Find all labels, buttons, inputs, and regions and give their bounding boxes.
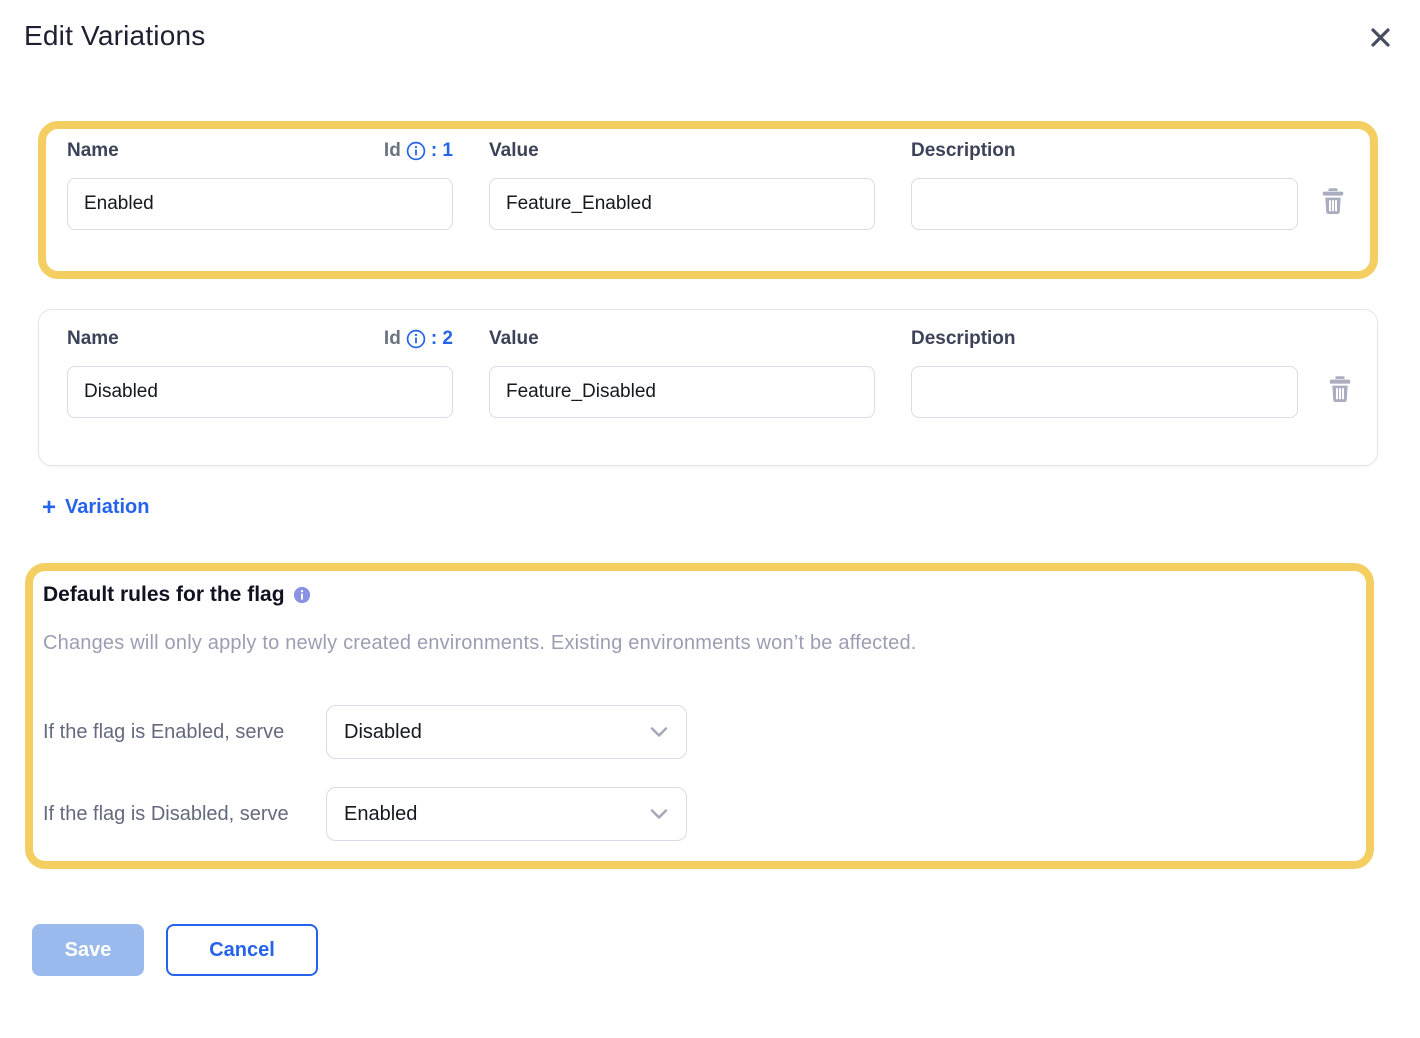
default-rules-info-icon[interactable]: [293, 586, 311, 604]
chevron-down-icon: [650, 726, 668, 738]
chevron-down-icon: [650, 808, 668, 820]
delete-variation-button[interactable]: [1325, 373, 1355, 405]
dialog-header: Edit Variations: [24, 20, 1396, 55]
description-column: Description: [911, 328, 1298, 418]
dialog-footer: Save Cancel: [32, 924, 1396, 976]
delete-variation-button[interactable]: [1318, 185, 1348, 217]
description-label: Description: [911, 328, 1016, 350]
rule-label: If the flag is Disabled, serve: [43, 798, 326, 830]
variation-name-input[interactable]: [67, 178, 453, 230]
rule-select-value: Enabled: [344, 803, 417, 826]
close-button[interactable]: [1363, 20, 1398, 55]
value-label: Value: [489, 140, 539, 162]
id-value: : 1: [431, 140, 453, 162]
rule-select[interactable]: Disabled: [326, 705, 687, 759]
id-value: : 2: [431, 328, 453, 350]
name-column: Name Id : 2: [67, 328, 453, 418]
plus-icon: +: [42, 498, 56, 518]
default-rules-title: Default rules for the flag: [43, 583, 285, 607]
rule-row: If the flag is Enabled, serve Disabled: [43, 705, 1346, 759]
trash-icon: [1320, 203, 1346, 218]
description-label: Description: [911, 140, 1016, 162]
variation-card: Name Id : 1 Value: [38, 121, 1378, 279]
variation-description-input[interactable]: [911, 178, 1298, 230]
value-label: Value: [489, 328, 539, 350]
cancel-button[interactable]: Cancel: [166, 924, 318, 976]
default-rules-section: Default rules for the flag Changes will …: [25, 563, 1374, 869]
variation-value-input[interactable]: [489, 366, 875, 418]
id-info-icon[interactable]: [406, 329, 426, 349]
trash-icon: [1327, 391, 1353, 406]
id-label: Id: [384, 328, 401, 350]
save-button[interactable]: Save: [32, 924, 144, 976]
variation-card: Name Id : 2 Value: [38, 309, 1378, 466]
description-column: Description: [911, 140, 1298, 230]
add-variation-button[interactable]: + Variation: [42, 496, 150, 519]
name-label: Name: [67, 328, 119, 350]
add-variation-label: Variation: [65, 496, 149, 519]
page-title: Edit Variations: [24, 20, 205, 52]
rule-row: If the flag is Disabled, serve Enabled: [43, 787, 1346, 841]
name-label: Name: [67, 140, 119, 162]
variation-value-input[interactable]: [489, 178, 875, 230]
id-info-icon[interactable]: [406, 141, 426, 161]
close-icon: [1367, 39, 1394, 54]
rule-select[interactable]: Enabled: [326, 787, 687, 841]
rule-select-value: Disabled: [344, 721, 422, 744]
value-column: Value: [489, 328, 875, 418]
variation-description-input[interactable]: [911, 366, 1298, 418]
variation-name-input[interactable]: [67, 366, 453, 418]
name-column: Name Id : 1: [67, 140, 453, 230]
value-column: Value: [489, 140, 875, 230]
variations-list: Name Id : 1 Value: [38, 121, 1396, 466]
rule-label: If the flag is Enabled, serve: [43, 716, 326, 748]
default-rules-note: Changes will only apply to newly created…: [43, 632, 1346, 655]
id-label: Id: [384, 140, 401, 162]
edit-variations-dialog: Edit Variations Name Id: [0, 0, 1420, 976]
